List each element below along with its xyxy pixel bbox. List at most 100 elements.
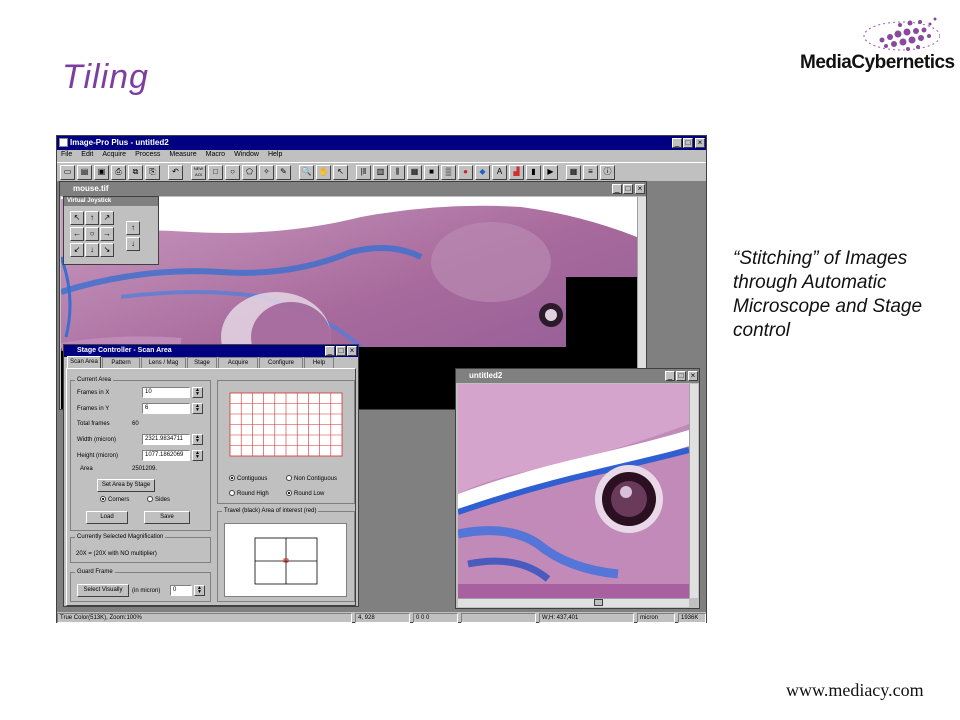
film-icon[interactable]: ▶ xyxy=(543,165,558,180)
joystick-arrow-button[interactable]: ↘ xyxy=(100,243,114,257)
save-icon[interactable]: ▣ xyxy=(94,165,109,180)
chart-icon[interactable]: ▟ xyxy=(509,165,524,180)
joystick-z-down-button[interactable]: ↓ xyxy=(126,237,140,251)
menu-item-help[interactable]: Help xyxy=(268,151,282,158)
stage-titlebar[interactable]: Stage Controller - Scan Area xyxy=(64,345,358,357)
measure-icon[interactable]: |‖ xyxy=(356,165,371,180)
palette-icon[interactable]: ◆ xyxy=(475,165,490,180)
set-area-by-stage-button[interactable]: Set Area by Stage xyxy=(97,479,155,492)
width-spinner[interactable]: ▲ ▼ xyxy=(192,434,203,445)
macro-icon[interactable]: ▦ xyxy=(566,165,581,180)
filter-icon[interactable]: ▦ xyxy=(407,165,422,180)
text-icon[interactable]: A xyxy=(492,165,507,180)
untitled2-vertical-scrollbar[interactable] xyxy=(689,384,698,598)
sides-radio[interactable]: Sides xyxy=(147,496,170,504)
polygon-icon[interactable]: ⬠ xyxy=(242,165,257,180)
new-aoi-icon[interactable]: NEW AOI xyxy=(191,165,206,180)
guard-spinner[interactable]: ▲ ▼ xyxy=(194,585,205,596)
stage-minimize-button[interactable]: _ xyxy=(325,346,335,356)
untitled2-scroll-thumb[interactable] xyxy=(594,599,603,606)
tab-configure[interactable]: Configure xyxy=(259,357,303,368)
tab-pattern[interactable]: Pattern xyxy=(102,357,140,368)
guard-field[interactable]: 0 xyxy=(170,585,192,596)
joystick-arrow-button[interactable]: → xyxy=(100,227,114,241)
untitled2-horizontal-scrollbar[interactable] xyxy=(458,598,689,607)
joystick-arrow-button[interactable]: ↙ xyxy=(70,243,84,257)
save-button[interactable]: Save xyxy=(144,511,190,524)
width-field[interactable]: 2321.9834711 xyxy=(142,434,190,445)
menu-item-process[interactable]: Process xyxy=(135,151,160,158)
untitled2-titlebar[interactable]: untitled2 xyxy=(456,369,699,383)
tab-lens-mag[interactable]: Lens / Mag xyxy=(141,357,186,368)
untitled2-canvas[interactable] xyxy=(458,384,689,598)
calibrate-icon[interactable]: ▒ xyxy=(441,165,456,180)
menu-item-window[interactable]: Window xyxy=(234,151,259,158)
height-field[interactable]: 1077.1862069 xyxy=(142,450,190,461)
joystick-titlebar[interactable]: Virtual Joystick xyxy=(64,197,158,206)
joystick-arrow-button[interactable]: ↓ xyxy=(85,243,99,257)
copy-icon[interactable]: ⧉ xyxy=(128,165,143,180)
mouse-close-button[interactable]: × xyxy=(635,184,645,194)
website-url[interactable]: www.mediacy.com xyxy=(786,680,924,701)
joystick-arrow-button[interactable]: ↖ xyxy=(70,211,84,225)
wand-icon[interactable]: ✧ xyxy=(259,165,274,180)
info-icon[interactable]: ⓘ xyxy=(600,165,615,180)
tab-help[interactable]: Help xyxy=(304,357,334,368)
print-icon[interactable]: ⎙ xyxy=(111,165,126,180)
corners-radio[interactable]: Corners xyxy=(100,496,129,504)
stage-maximize-button[interactable]: □ xyxy=(336,346,346,356)
ellipse-icon[interactable]: ○ xyxy=(225,165,240,180)
frames-x-spinner[interactable]: ▲ ▼ xyxy=(192,387,203,398)
joystick-center-button[interactable]: ○ xyxy=(85,227,99,241)
pattern-option-round-high[interactable]: Round High xyxy=(229,490,269,498)
profile-icon[interactable]: ⫼ xyxy=(390,165,405,180)
menu-item-acquire[interactable]: Acquire xyxy=(102,151,126,158)
travel-canvas[interactable] xyxy=(224,523,347,597)
joystick-arrow-button[interactable]: ↗ xyxy=(100,211,114,225)
menu-item-measure[interactable]: Measure xyxy=(169,151,196,158)
mouse-maximize-button[interactable]: □ xyxy=(623,184,633,194)
untitled2-close-button[interactable]: × xyxy=(688,371,698,381)
mask-icon[interactable]: ■ xyxy=(424,165,439,180)
height-spinner[interactable]: ▲ ▼ xyxy=(192,450,203,461)
script-icon[interactable]: ≡ xyxy=(583,165,598,180)
mouse-minimize-button[interactable]: _ xyxy=(612,184,622,194)
joystick-arrow-button[interactable]: ↑ xyxy=(85,211,99,225)
frames-x-field[interactable]: 10 xyxy=(142,387,190,398)
joystick-z-up-button[interactable]: ↑ xyxy=(126,221,140,235)
pattern-option-round-low[interactable]: Round Low xyxy=(286,490,324,498)
pattern-option-contiguous[interactable]: Contiguous xyxy=(229,475,267,483)
mouse-titlebar[interactable]: mouse.tif xyxy=(60,182,646,196)
scan-area-grid xyxy=(229,392,343,457)
joystick-arrow-button[interactable]: ← xyxy=(70,227,84,241)
maximize-button[interactable]: □ xyxy=(683,138,693,148)
untitled2-maximize-button[interactable]: □ xyxy=(676,371,686,381)
open-icon[interactable]: ▤ xyxy=(77,165,92,180)
hand-icon[interactable]: ✋ xyxy=(316,165,331,180)
new-icon[interactable]: ▭ xyxy=(60,165,75,180)
frames-y-spinner[interactable]: ▲ ▼ xyxy=(192,403,203,414)
pointer-icon[interactable]: ↖ xyxy=(333,165,348,180)
histogram-icon[interactable]: ▥ xyxy=(373,165,388,180)
color-icon[interactable]: ● xyxy=(458,165,473,180)
tab-acquire[interactable]: Acquire xyxy=(218,357,258,368)
load-button[interactable]: Load xyxy=(86,511,128,524)
pattern-option-non-contiguous[interactable]: Non Contiguous xyxy=(286,475,337,483)
menu-item-macro[interactable]: Macro xyxy=(206,151,225,158)
pencil-icon[interactable]: ✎ xyxy=(276,165,291,180)
select-visually-button[interactable]: Select Visually xyxy=(77,584,129,597)
minimize-button[interactable]: _ xyxy=(672,138,682,148)
menu-item-file[interactable]: File xyxy=(61,151,72,158)
menu-item-edit[interactable]: Edit xyxy=(81,151,93,158)
rect-icon[interactable]: □ xyxy=(208,165,223,180)
bar-icon[interactable]: ▮ xyxy=(526,165,541,180)
undo-icon[interactable]: ↶ xyxy=(168,165,183,180)
paste-icon[interactable]: ⎘ xyxy=(145,165,160,180)
zoom-icon[interactable]: 🔍 xyxy=(299,165,314,180)
tab-stage[interactable]: Stage xyxy=(187,357,217,368)
stage-close-button[interactable]: × xyxy=(347,346,357,356)
close-button[interactable]: × xyxy=(695,138,705,148)
untitled2-minimize-button[interactable]: _ xyxy=(665,371,675,381)
frames-y-field[interactable]: 6 xyxy=(142,403,190,414)
app-titlebar[interactable]: Image-Pro Plus - untitled2 xyxy=(57,136,706,150)
